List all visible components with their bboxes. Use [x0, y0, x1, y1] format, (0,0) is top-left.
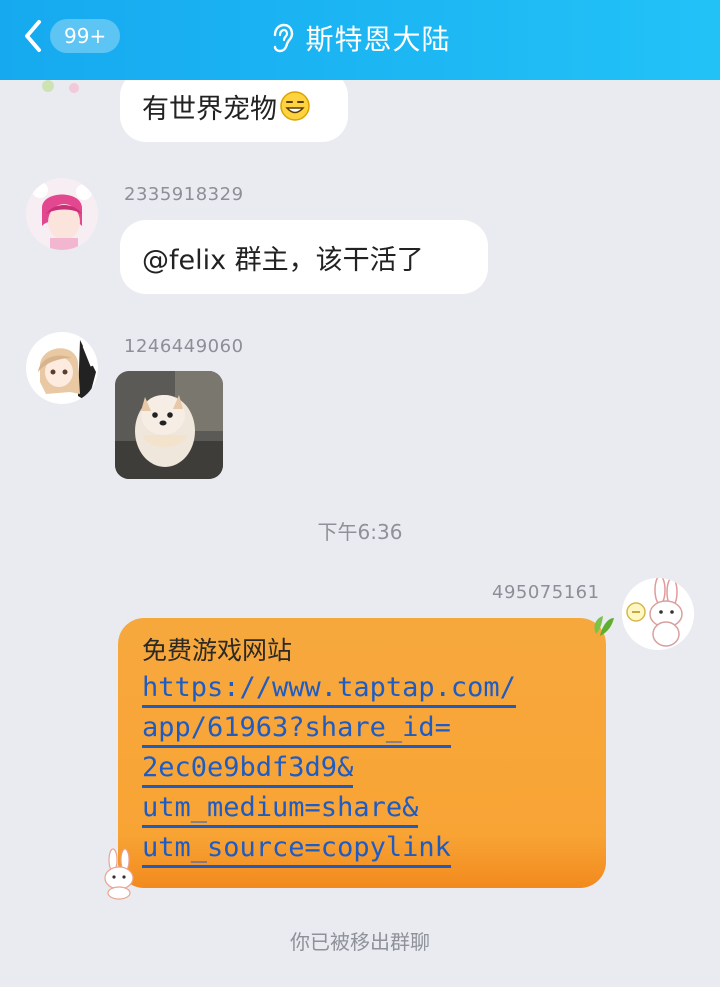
title-group: 斯特恩大陆 — [0, 16, 720, 60]
chat-title: 斯特恩大陆 — [305, 23, 451, 56]
message-bubble-orange[interactable]: 免费游戏网站 https://www.taptap.com/ app/61963… — [118, 618, 606, 888]
bunny-sticker-icon — [104, 848, 134, 900]
sender-id: 2335918329 — [124, 184, 244, 205]
message-text: 有世界宠物 — [142, 93, 277, 125]
carrot-leaf-icon — [594, 616, 614, 636]
image-message[interactable] — [115, 371, 223, 479]
link-line[interactable]: utm_source=copylink — [142, 828, 451, 868]
link-line[interactable]: https://www.taptap.com/ — [142, 668, 516, 708]
message-link[interactable]: https://www.taptap.com/ app/61963?share_… — [142, 668, 584, 868]
link-line[interactable]: utm_medium=share& — [142, 788, 419, 828]
message-bubble[interactable]: @felix 群主，该干活了 — [120, 220, 488, 294]
message-bubble[interactable]: 有世界宠物 — [120, 70, 348, 142]
chat-header: 99+ 斯特恩大陆 — [0, 0, 720, 80]
puppy-photo — [115, 371, 223, 479]
avatar[interactable] — [26, 332, 98, 404]
message-heading: 免费游戏网站 — [142, 636, 293, 665]
ear-icon — [274, 23, 294, 53]
avatar[interactable] — [26, 178, 98, 250]
avatar[interactable] — [622, 578, 694, 650]
message-text: @felix 群主，该干活了 — [142, 244, 424, 276]
system-notice: 你已被移出群聊 — [290, 930, 430, 954]
sender-id: 495075161 — [492, 582, 600, 603]
link-line[interactable]: app/61963?share_id= — [142, 708, 451, 748]
link-line[interactable]: 2ec0e9bdf3d9& — [142, 748, 354, 788]
timestamp: 下午6:36 — [317, 520, 403, 544]
sender-id: 1246449060 — [124, 336, 244, 357]
grin-emoji-icon — [280, 91, 310, 121]
